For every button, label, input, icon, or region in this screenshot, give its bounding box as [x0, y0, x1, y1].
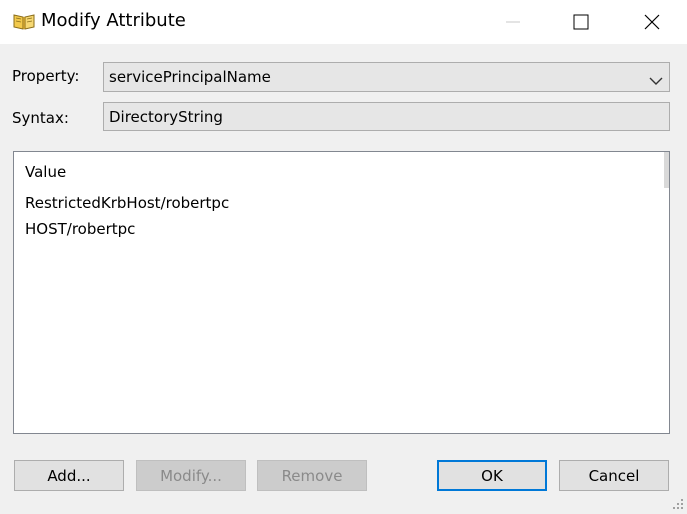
cancel-button[interactable]: Cancel — [559, 460, 669, 491]
title-bar[interactable]: Modify Attribute — [0, 0, 687, 44]
maximize-icon — [573, 14, 589, 30]
add-button[interactable]: Add... — [14, 460, 124, 491]
resize-grip-icon[interactable] — [672, 496, 684, 509]
syntax-label: Syntax: — [12, 109, 69, 127]
maximize-button[interactable] — [546, 0, 616, 44]
modify-button[interactable]: Modify... — [136, 460, 246, 491]
open-book-icon — [12, 11, 36, 31]
minimize-icon — [506, 21, 520, 23]
property-value: servicePrincipalName — [109, 68, 271, 86]
syntax-field[interactable]: DirectoryString — [103, 102, 670, 131]
list-item[interactable]: RestrictedKrbHost/robertpc — [25, 194, 229, 212]
close-button[interactable] — [617, 0, 687, 44]
window-title: Modify Attribute — [41, 10, 186, 31]
list-item[interactable]: HOST/robertpc — [25, 220, 135, 238]
property-label: Property: — [12, 67, 80, 85]
vertical-scrollbar[interactable] — [664, 152, 669, 188]
close-icon — [644, 14, 660, 30]
list-header-value: Value — [25, 163, 67, 181]
syntax-value: DirectoryString — [109, 107, 223, 126]
remove-button[interactable]: Remove — [257, 460, 367, 491]
values-listbox[interactable]: Value RestrictedKrbHost/robertpc HOST/ro… — [13, 151, 670, 434]
chevron-down-icon[interactable] — [649, 72, 663, 90]
minimize-button[interactable] — [478, 0, 548, 44]
property-combobox[interactable]: servicePrincipalName — [103, 62, 670, 92]
ok-button[interactable]: OK — [437, 460, 547, 491]
